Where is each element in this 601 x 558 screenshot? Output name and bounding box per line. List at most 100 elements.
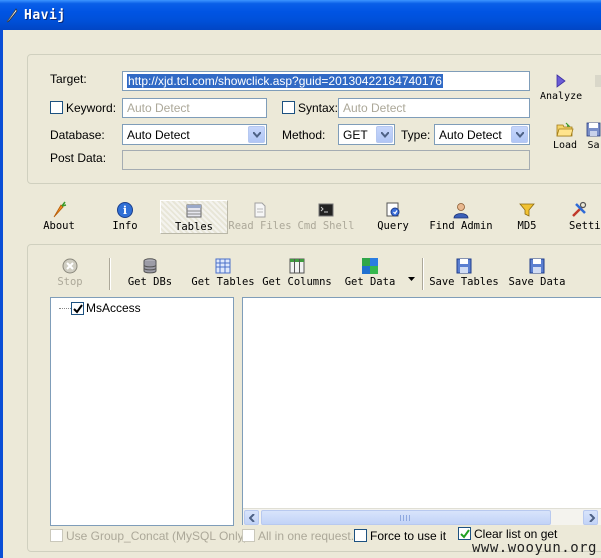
- analyze-button[interactable]: Analyze: [540, 74, 582, 102]
- horizontal-scrollbar[interactable]: [243, 508, 601, 525]
- chevron-down-icon[interactable]: [376, 126, 393, 143]
- tree-node-label[interactable]: MsAccess: [86, 301, 141, 315]
- syntax-input[interactable]: Auto Detect: [338, 98, 530, 118]
- chevron-down-icon[interactable]: [248, 126, 265, 143]
- scroll-left-button[interactable]: [244, 510, 259, 525]
- chevron-down-icon[interactable]: [511, 126, 528, 143]
- database-select[interactable]: Auto Detect: [122, 124, 267, 145]
- pause-icon: [595, 75, 601, 87]
- columns-icon: [289, 258, 305, 274]
- stop-label: Stop: [57, 276, 83, 288]
- tools-icon: [572, 201, 587, 217]
- clear-list-option[interactable]: Clear list on get: [458, 527, 557, 541]
- type-select[interactable]: Auto Detect: [434, 124, 530, 145]
- stop-button[interactable]: Stop: [50, 256, 90, 290]
- caret-down-icon: [408, 277, 415, 281]
- save-label: Sa: [587, 140, 600, 151]
- postdata-input[interactable]: [122, 150, 530, 170]
- toolbar-cmd-shell[interactable]: Cmd Shell: [291, 200, 361, 234]
- query-icon: [386, 202, 400, 217]
- toolbar-tables-label: Tables: [175, 221, 213, 233]
- checkmark-icon: [73, 304, 83, 314]
- stop-icon: [62, 258, 78, 274]
- group-concat-option[interactable]: Use Group_Concat (MySQL Only): [50, 529, 248, 543]
- method-label: Method:: [282, 128, 326, 142]
- tree-connector: [59, 308, 71, 309]
- save-tables-label: Save Tables: [429, 276, 499, 288]
- get-data-dropdown[interactable]: [408, 270, 415, 284]
- checkmark-icon: [460, 529, 470, 539]
- clear-list-checkbox[interactable]: [458, 527, 471, 540]
- get-dbs-button[interactable]: Get DBs: [122, 256, 178, 290]
- toolbar-query-label: Query: [377, 220, 409, 232]
- syntax-label: Syntax:: [298, 101, 339, 115]
- database-tree[interactable]: MsAccess: [50, 297, 234, 526]
- get-data-label: Get Data: [344, 276, 396, 288]
- folder-icon: [556, 122, 574, 137]
- data-icon: [362, 258, 378, 274]
- toolbar-md5[interactable]: MD5: [492, 200, 562, 234]
- scroll-thumb[interactable]: [261, 510, 551, 525]
- tree-node-checkbox[interactable]: [71, 302, 84, 315]
- database-value: Auto Detect: [127, 128, 190, 142]
- toolbar-separator: [422, 258, 424, 290]
- get-tables-button[interactable]: Get Tables: [190, 256, 256, 290]
- all-in-one-label: All in one request.: [258, 529, 355, 543]
- analyze-label: Analyze: [540, 91, 583, 102]
- all-in-one-checkbox[interactable]: [242, 529, 255, 542]
- keyword-input[interactable]: Auto Detect: [122, 98, 267, 118]
- toolbar-md5-label: MD5: [517, 220, 537, 232]
- funnel-icon: [519, 203, 535, 217]
- save-data-button[interactable]: Save Data: [506, 256, 568, 290]
- all-in-one-option[interactable]: All in one request.: [242, 529, 354, 543]
- save-tables-button[interactable]: Save Tables: [428, 256, 500, 290]
- toolbar-find-admin[interactable]: Find Admin: [426, 200, 496, 234]
- method-select[interactable]: GET: [338, 124, 395, 145]
- syntax-checkbox[interactable]: [282, 101, 295, 114]
- data-grid[interactable]: [242, 297, 601, 525]
- postdata-label: Post Data:: [50, 151, 107, 165]
- floppy-disk-icon: [529, 258, 545, 274]
- toolbar-info[interactable]: i Info: [90, 200, 160, 234]
- toolbar-tables[interactable]: Tables: [160, 200, 228, 234]
- type-value: Auto Detect: [439, 128, 502, 142]
- group-concat-checkbox[interactable]: [50, 529, 63, 542]
- title-bar[interactable]: Havij: [0, 0, 601, 30]
- save-data-label: Save Data: [508, 276, 566, 288]
- clear-list-label: Clear list on get: [474, 527, 558, 541]
- load-button[interactable]: Load: [553, 122, 577, 151]
- app-feather-icon: [6, 8, 18, 23]
- scroll-right-button[interactable]: [583, 510, 598, 525]
- get-data-button[interactable]: Get Data: [340, 256, 400, 290]
- document-icon: [254, 202, 266, 218]
- group-concat-label: Use Group_Concat (MySQL Only): [66, 529, 248, 543]
- chevron-right-icon: [589, 514, 595, 522]
- database-icon: [143, 258, 157, 274]
- scroll-grip: [400, 515, 412, 521]
- toolbar-info-label: Info: [112, 220, 138, 232]
- grid-table-icon: [215, 258, 231, 274]
- toolbar-settings-label: Setti: [569, 220, 601, 232]
- toolbar-settings[interactable]: Setti: [557, 200, 601, 234]
- get-columns-button[interactable]: Get Columns: [262, 256, 332, 290]
- type-label: Type:: [401, 128, 431, 142]
- keyword-label: Keyword:: [66, 101, 117, 115]
- info-icon: i: [117, 202, 133, 218]
- svg-text:i: i: [123, 204, 127, 217]
- get-columns-label: Get Columns: [262, 276, 332, 288]
- target-input[interactable]: http://xjd.tcl.com/showclick.asp?guid=20…: [122, 71, 530, 91]
- get-tables-label: Get Tables: [191, 276, 255, 288]
- extra-button[interactable]: [595, 74, 601, 91]
- database-label: Database:: [50, 128, 105, 142]
- watermark-text: www.wooyun.org: [471, 540, 597, 556]
- toolbar-query[interactable]: Query: [358, 200, 428, 234]
- window-title: Havij: [24, 8, 66, 23]
- keyword-checkbox[interactable]: [50, 101, 63, 114]
- force-checkbox[interactable]: [354, 529, 367, 542]
- toolbar-about[interactable]: About: [24, 200, 94, 234]
- table-icon: [186, 204, 202, 218]
- save-button[interactable]: Sa: [586, 122, 601, 151]
- toolbar-read-files[interactable]: Read Files: [225, 200, 295, 234]
- method-value: GET: [343, 128, 368, 142]
- force-option[interactable]: Force to use it: [354, 529, 446, 543]
